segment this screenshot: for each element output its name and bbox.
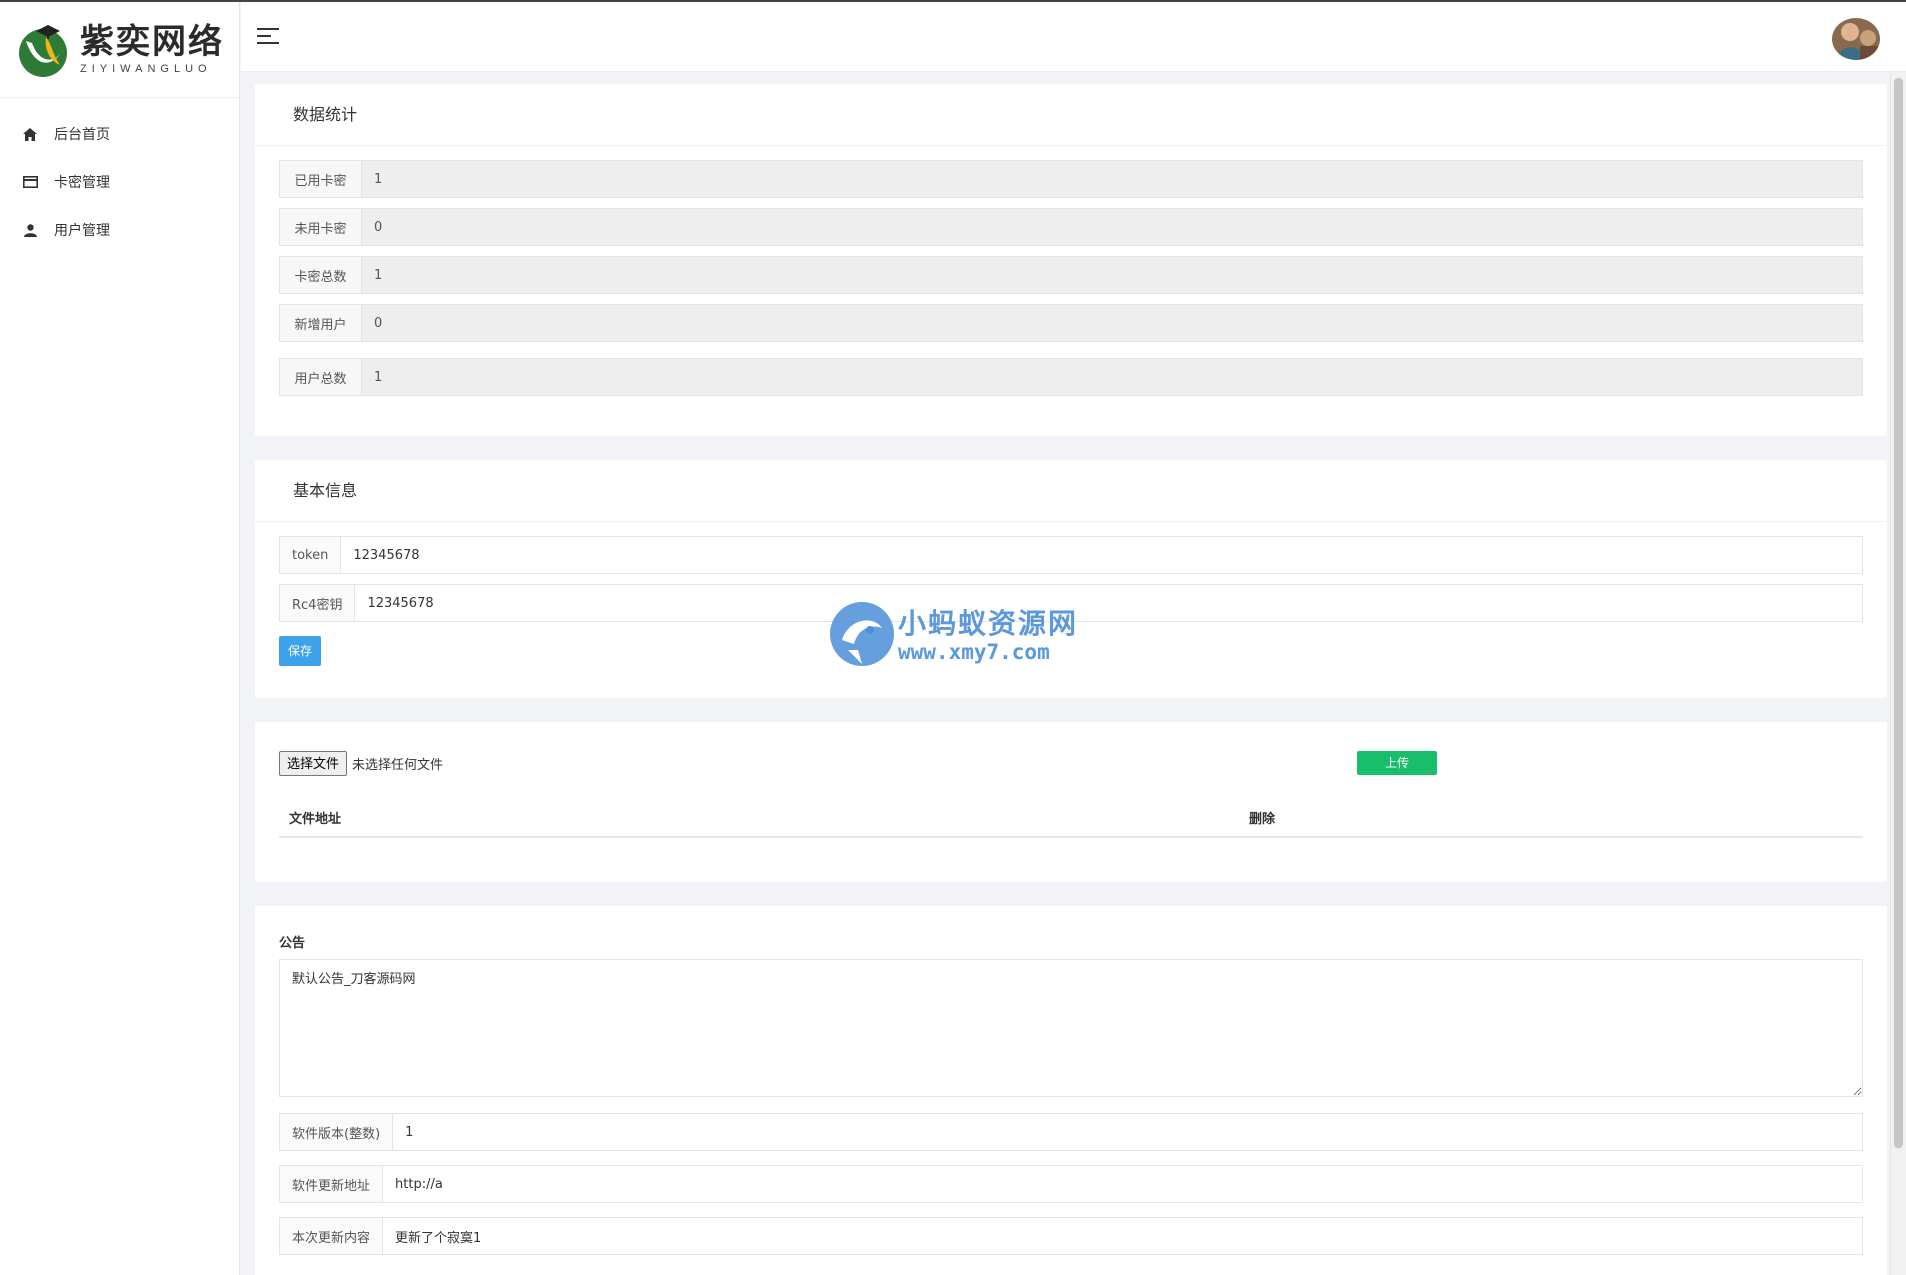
stats-card: 数据统计 已用卡密 1 未用卡密 0 卡密总数 1 新增用户 0 用户总数 1 — [255, 84, 1887, 436]
sidebar-item-label: 卡密管理 — [54, 175, 110, 191]
version-label: 软件版本(整数) — [280, 1114, 394, 1150]
file-table-header: 文件地址 删除 — [279, 798, 1863, 838]
token-label: token — [280, 537, 342, 573]
upload-row: 选择文件 未选择任何文件 上传 — [279, 748, 1863, 778]
top-header — [241, 0, 1906, 72]
stats-title: 数据统计 — [255, 84, 1887, 146]
stat-row-used: 已用卡密 1 — [279, 160, 1863, 198]
logo[interactable]: 紫奕网络 ZIYIWANGLUO — [0, 0, 239, 98]
sidebar-item-label: 用户管理 — [54, 223, 110, 239]
stat-label: 卡密总数 — [280, 257, 362, 293]
version-input[interactable] — [393, 1114, 1862, 1150]
update-url-label: 软件更新地址 — [280, 1166, 384, 1202]
stat-value: 1 — [374, 369, 383, 385]
col-delete: 删除 — [1249, 811, 1276, 827]
stat-row-unused: 未用卡密 0 — [279, 208, 1863, 246]
upload-card: 选择文件 未选择任何文件 上传 文件地址 删除 — [255, 722, 1887, 882]
no-file-text: 未选择任何文件 — [352, 757, 444, 773]
update-content-label: 本次更新内容 — [280, 1218, 384, 1254]
stat-row-new-users: 新增用户 0 — [279, 304, 1863, 342]
update-url-field-row: 软件更新地址 — [279, 1165, 1863, 1203]
rc4-label: Rc4密钥 — [280, 585, 356, 621]
basic-info-card: 基本信息 token Rc4密钥 保存 — [255, 460, 1887, 698]
rc4-field-row: Rc4密钥 — [279, 584, 1863, 622]
logo-subtitle: ZIYIWANGLUO — [80, 62, 212, 75]
token-input[interactable] — [341, 537, 1862, 573]
update-content-field-row: 本次更新内容 — [279, 1217, 1863, 1255]
stat-row-total-users: 用户总数 1 — [279, 358, 1863, 396]
stat-label: 未用卡密 — [280, 209, 362, 245]
version-field-row: 软件版本(整数) — [279, 1113, 1863, 1151]
sidebar-item-users[interactable]: 用户管理 — [0, 206, 239, 254]
card-icon — [22, 174, 38, 190]
sidebar-nav: 后台首页 卡密管理 用户管理 — [0, 98, 239, 254]
avatar[interactable] — [1832, 18, 1880, 60]
stat-value: 1 — [374, 267, 383, 283]
logo-title: 紫奕网络 — [80, 21, 224, 62]
basic-info-title: 基本信息 — [255, 460, 1887, 522]
home-icon — [22, 126, 38, 142]
update-url-input[interactable] — [383, 1166, 1862, 1202]
token-field-row: token — [279, 536, 1863, 574]
notice-label: 公告 — [279, 936, 306, 951]
stat-label: 用户总数 — [280, 359, 362, 395]
sidebar: 紫奕网络 ZIYIWANGLUO 后台首页 卡密管理 用户管理 — [0, 0, 240, 1275]
rc4-input[interactable] — [355, 585, 1862, 621]
sidebar-item-home[interactable]: 后台首页 — [0, 110, 239, 158]
main-content: 数据统计 已用卡密 1 未用卡密 0 卡密总数 1 新增用户 0 用户总数 1 — [255, 84, 1887, 1275]
stat-value: 0 — [374, 315, 383, 331]
logo-mark-icon — [16, 19, 74, 79]
sidebar-item-label: 后台首页 — [54, 127, 110, 143]
stat-label: 已用卡密 — [280, 161, 362, 197]
top-strip — [0, 0, 1906, 2]
save-button[interactable]: 保存 — [279, 636, 322, 666]
scrollbar-thumb[interactable] — [1894, 78, 1903, 1148]
sidebar-item-cards[interactable]: 卡密管理 — [0, 158, 239, 206]
user-icon — [22, 222, 38, 238]
page-scrollbar[interactable] — [1890, 72, 1906, 1275]
update-content-input[interactable] — [383, 1218, 1862, 1254]
upload-button[interactable]: 上传 — [1357, 751, 1437, 775]
col-file-path: 文件地址 — [289, 811, 342, 827]
stat-value: 0 — [374, 219, 383, 235]
notice-textarea[interactable]: 默认公告_刀客源码网 — [279, 959, 1863, 1097]
stat-row-total-cards: 卡密总数 1 — [279, 256, 1863, 294]
choose-file-button[interactable]: 选择文件 — [279, 750, 348, 776]
notice-card: 公告 默认公告_刀客源码网 软件版本(整数) 软件更新地址 本次更新内容 — [255, 906, 1887, 1275]
stat-value: 1 — [374, 171, 383, 187]
stat-label: 新增用户 — [280, 305, 362, 341]
menu-toggle-icon[interactable] — [257, 28, 279, 44]
